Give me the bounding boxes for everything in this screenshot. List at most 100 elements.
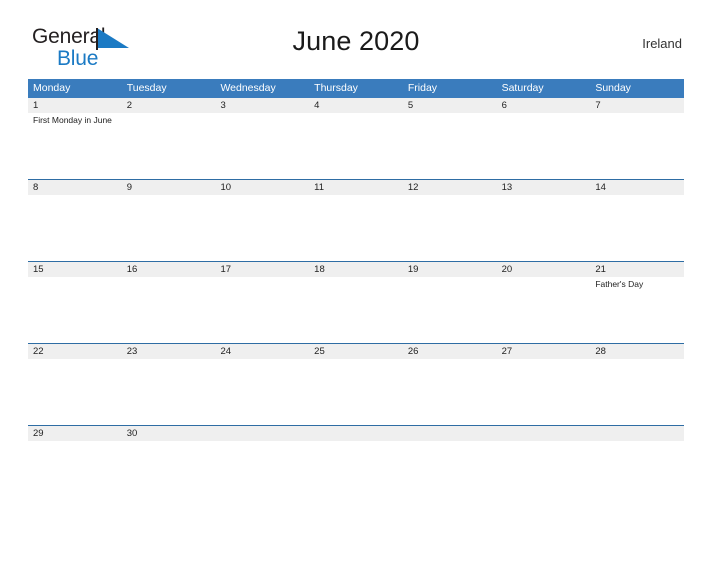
day-number[interactable]: 12 <box>403 180 497 195</box>
day-number[interactable]: 13 <box>497 180 591 195</box>
week-event-band: First Monday in June <box>28 113 684 179</box>
day-event-cell <box>215 441 309 467</box>
day-event-cell[interactable]: Father's Day <box>590 277 684 343</box>
day-event-cell <box>590 441 684 467</box>
day-number <box>403 426 497 441</box>
day-event-cell[interactable]: First Monday in June <box>28 113 122 179</box>
calendar-grid: Monday Tuesday Wednesday Thursday Friday… <box>28 79 684 467</box>
week-event-band <box>28 441 684 467</box>
day-number[interactable]: 3 <box>215 98 309 113</box>
day-number[interactable]: 17 <box>215 262 309 277</box>
day-event-cell[interactable] <box>122 359 216 425</box>
day-number[interactable]: 21 <box>590 262 684 277</box>
day-event-cell <box>497 441 591 467</box>
day-number[interactable]: 23 <box>122 344 216 359</box>
day-number[interactable]: 8 <box>28 180 122 195</box>
day-number[interactable]: 14 <box>590 180 684 195</box>
day-event-cell[interactable] <box>403 195 497 261</box>
week-row: 22 23 24 25 26 27 28 <box>28 343 684 425</box>
day-event-cell[interactable] <box>403 359 497 425</box>
day-event-cell[interactable] <box>122 195 216 261</box>
day-number[interactable]: 30 <box>122 426 216 441</box>
weekday-header-monday: Monday <box>33 82 71 94</box>
day-number[interactable]: 9 <box>122 180 216 195</box>
day-number[interactable]: 11 <box>309 180 403 195</box>
day-event-cell[interactable] <box>28 277 122 343</box>
day-number <box>309 426 403 441</box>
calendar-page: General Blue June 2020 Ireland Monday Tu… <box>0 22 712 572</box>
day-number[interactable]: 26 <box>403 344 497 359</box>
day-number[interactable]: 29 <box>28 426 122 441</box>
weekday-header-sunday: Sunday <box>595 82 631 94</box>
day-event-cell[interactable] <box>28 359 122 425</box>
day-event-cell[interactable] <box>122 277 216 343</box>
page-title: June 2020 <box>292 26 420 56</box>
day-event-cell[interactable] <box>590 359 684 425</box>
day-number[interactable]: 20 <box>497 262 591 277</box>
day-number[interactable]: 27 <box>497 344 591 359</box>
day-number <box>590 426 684 441</box>
day-number[interactable]: 22 <box>28 344 122 359</box>
day-event-cell[interactable] <box>497 277 591 343</box>
day-number[interactable]: 10 <box>215 180 309 195</box>
week-date-band: 22 23 24 25 26 27 28 <box>28 344 684 359</box>
week-date-band: 1 2 3 4 5 6 7 <box>28 98 684 113</box>
page-header: General Blue June 2020 Ireland <box>28 22 684 70</box>
week-row: 8 9 10 11 12 13 14 <box>28 179 684 261</box>
day-number[interactable]: 18 <box>309 262 403 277</box>
day-number[interactable]: 16 <box>122 262 216 277</box>
day-event-cell[interactable] <box>215 195 309 261</box>
day-number[interactable]: 25 <box>309 344 403 359</box>
event-text: First Monday in June <box>33 115 112 125</box>
weekday-header-friday: Friday <box>407 82 438 94</box>
week-row: 1 2 3 4 5 6 7 First Monday in June <box>28 98 684 179</box>
country-label: Ireland <box>642 36 682 51</box>
week-row: 15 16 17 18 19 20 21 Father's Day <box>28 261 684 343</box>
day-event-cell[interactable] <box>497 359 591 425</box>
day-event-cell[interactable] <box>28 441 122 467</box>
week-date-band: 29 30 <box>28 426 684 441</box>
day-event-cell <box>403 441 497 467</box>
day-number[interactable]: 5 <box>403 98 497 113</box>
day-number[interactable]: 7 <box>590 98 684 113</box>
day-number[interactable]: 19 <box>403 262 497 277</box>
day-event-cell[interactable] <box>122 441 216 467</box>
week-event-band <box>28 359 684 425</box>
day-number <box>497 426 591 441</box>
week-event-band <box>28 195 684 261</box>
day-event-cell[interactable] <box>215 359 309 425</box>
day-event-cell[interactable] <box>403 277 497 343</box>
day-event-cell[interactable] <box>309 277 403 343</box>
day-event-cell[interactable] <box>309 195 403 261</box>
week-date-band: 8 9 10 11 12 13 14 <box>28 180 684 195</box>
day-event-cell <box>309 441 403 467</box>
day-number[interactable]: 1 <box>28 98 122 113</box>
day-number[interactable]: 2 <box>122 98 216 113</box>
day-event-cell[interactable] <box>28 195 122 261</box>
day-event-cell[interactable] <box>497 113 591 179</box>
week-event-band: Father's Day <box>28 277 684 343</box>
day-number[interactable]: 4 <box>309 98 403 113</box>
day-number[interactable]: 6 <box>497 98 591 113</box>
day-event-cell[interactable] <box>403 113 497 179</box>
event-text: Father's Day <box>595 279 644 289</box>
day-event-cell[interactable] <box>590 113 684 179</box>
day-number[interactable]: 24 <box>215 344 309 359</box>
day-event-cell[interactable] <box>309 113 403 179</box>
day-event-cell[interactable] <box>309 359 403 425</box>
day-number[interactable]: 15 <box>28 262 122 277</box>
weekday-header-tuesday: Tuesday <box>126 82 167 94</box>
weekday-header-wednesday: Wednesday <box>220 82 276 94</box>
weekday-header-saturday: Saturday <box>501 82 544 94</box>
day-number[interactable]: 28 <box>590 344 684 359</box>
day-event-cell[interactable] <box>497 195 591 261</box>
weekday-header-thursday: Thursday <box>314 82 358 94</box>
day-event-cell[interactable] <box>122 113 216 179</box>
week-row: 29 30 <box>28 425 684 467</box>
day-event-cell[interactable] <box>215 113 309 179</box>
day-number <box>215 426 309 441</box>
day-event-cell[interactable] <box>590 195 684 261</box>
day-event-cell[interactable] <box>215 277 309 343</box>
week-date-band: 15 16 17 18 19 20 21 <box>28 262 684 277</box>
weekday-header-row: Monday Tuesday Wednesday Thursday Friday… <box>28 79 684 98</box>
